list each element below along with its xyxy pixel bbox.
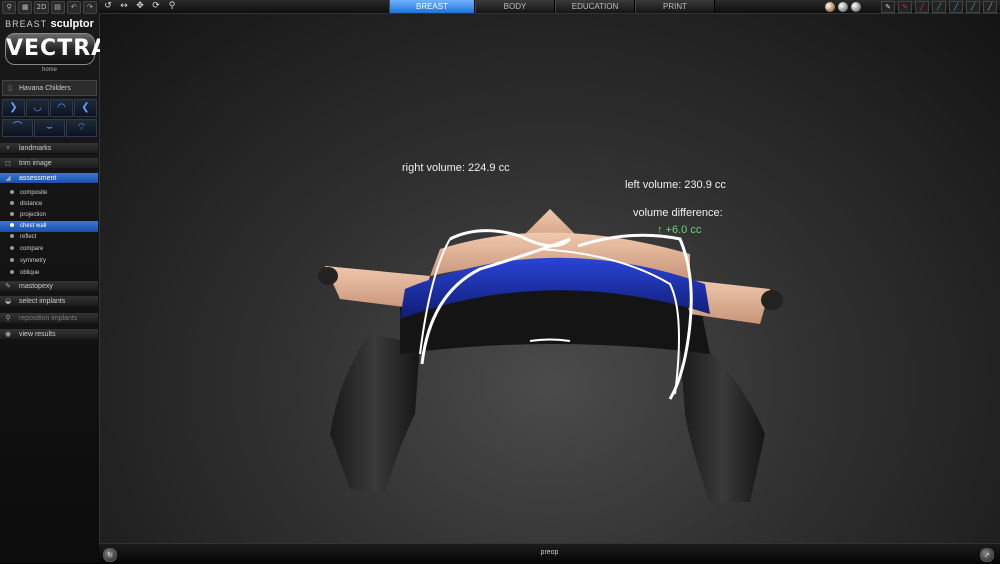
sidebar-item-landmarks[interactable]: ⚬ landmarks xyxy=(0,143,98,154)
green-line-icon[interactable]: ╱ xyxy=(932,1,946,13)
sub-item-distance[interactable]: distance xyxy=(0,199,98,210)
sub-item-compare[interactable]: compare xyxy=(0,244,98,255)
top-view-icon[interactable]: ⌒ xyxy=(2,119,33,137)
sub-item-chest-wall[interactable]: chest wall xyxy=(0,221,98,232)
sidebar-item-select-implants[interactable]: ◒ select implants xyxy=(0,296,98,307)
worm-view-icon[interactable]: ⌔ xyxy=(66,119,97,137)
grid-icon[interactable]: ▦ xyxy=(18,1,33,14)
assessment-icon: ◢ xyxy=(5,174,11,182)
bullet-icon xyxy=(10,222,14,227)
tab-body[interactable]: BODY xyxy=(475,0,555,13)
right-dark-garment xyxy=(680,334,765,504)
tab-breast[interactable]: BREAST xyxy=(389,0,475,13)
main-tabs: BREAST BODY EDUCATION PRINT xyxy=(389,0,715,13)
bullet-icon xyxy=(10,233,14,238)
sidebar-item-reposition-implants[interactable]: ⚲ reposition implants xyxy=(0,313,98,324)
sub-item-composite[interactable]: composite xyxy=(0,188,98,199)
bullet-icon xyxy=(10,211,14,216)
move-icon[interactable]: ✥ xyxy=(134,0,146,12)
tab-education[interactable]: EDUCATION xyxy=(555,0,635,13)
user-icon[interactable]: ⚲ xyxy=(2,1,17,14)
tab-print[interactable]: PRINT xyxy=(635,0,715,13)
frontal-icon[interactable]: ◠ xyxy=(50,99,73,117)
grey-pen-icon[interactable]: ╱ xyxy=(983,1,997,13)
2d-toggle[interactable]: 2D xyxy=(34,1,49,14)
right-volume-label: right volume: 224.9 cc xyxy=(402,162,510,174)
3d-viewport[interactable]: right volume: 224.9 cc left volume: 230.… xyxy=(100,14,1000,543)
red-pen-icon[interactable]: ✎ xyxy=(898,1,912,13)
implant-icon: ◒ xyxy=(4,297,12,305)
view-icon-row-2: ⌒ ⌣ ⌔ xyxy=(2,119,97,137)
refresh-icon[interactable]: ⟳ xyxy=(150,0,162,12)
sidebar-item-assessment[interactable]: ◢ assessment xyxy=(0,173,98,184)
volume-difference-label: volume difference: xyxy=(633,207,723,219)
sidebar-item-mastopexy[interactable]: ✎ mastopexy xyxy=(0,281,98,292)
trim-icon: ◻ xyxy=(5,159,11,167)
redo-icon[interactable]: ↷ xyxy=(82,1,98,14)
stage-label: preop xyxy=(540,549,559,556)
sidebar-toolbar: ⚲ ▦ 2D ▤ ↶ ↷ xyxy=(0,0,99,14)
view-tools: ↺ ↔ ✥ ⟳ ⚲ xyxy=(102,0,178,12)
pan-horizontal-icon[interactable]: ↔ xyxy=(118,0,130,12)
mastopexy-icon: ✎ xyxy=(5,282,11,290)
red-line-icon[interactable]: ╱ xyxy=(915,1,929,13)
sidebar-item-trim-image[interactable]: ◻ trim image xyxy=(0,158,98,169)
profile-right-icon[interactable]: ❮ xyxy=(74,99,97,117)
bullet-icon xyxy=(10,189,14,194)
left-dark-garment xyxy=(330,334,420,492)
grey-surface-icon[interactable] xyxy=(838,2,848,12)
undo-icon[interactable]: ↶ xyxy=(66,1,81,14)
view-icon-row-1: ❯ ◡ ◠ ❮ xyxy=(2,99,97,117)
torso-model xyxy=(318,209,783,504)
wireframe-icon[interactable] xyxy=(851,2,861,12)
zoom-icon[interactable]: ⚲ xyxy=(166,0,178,12)
sub-item-oblique[interactable]: oblique xyxy=(0,268,98,279)
sub-item-symmetry[interactable]: symmetry xyxy=(0,256,98,267)
next-icon[interactable]: ➚ xyxy=(980,548,994,562)
home-link[interactable]: home xyxy=(0,67,99,73)
bullet-icon xyxy=(10,200,14,205)
green-pen-icon[interactable]: ╱ xyxy=(966,1,980,13)
rotate-icon[interactable]: ↺ xyxy=(102,0,114,12)
top-bar: ↺ ↔ ✥ ⟳ ⚲ BREAST BODY EDUCATION PRINT ✎ … xyxy=(99,0,1000,14)
blue-line-icon[interactable]: ╱ xyxy=(949,1,963,13)
reposition-icon: ⚲ xyxy=(5,314,11,322)
bottom-view-icon[interactable]: ⌣ xyxy=(34,119,65,137)
right-hand xyxy=(761,290,783,310)
vectra-logo: VECTRA xyxy=(5,33,108,65)
patient-name: Havana Childers xyxy=(19,85,71,92)
bottom-bar: ↻ preop ➚ xyxy=(99,543,1000,564)
volume-difference-value: ↑ +6.0 cc xyxy=(657,224,702,236)
landmarks-icon: ⚬ xyxy=(5,144,11,152)
layout-icon[interactable]: ▤ xyxy=(50,1,65,14)
left-volume-label: left volume: 230.9 cc xyxy=(625,179,726,191)
pen-icon[interactable]: ✎ xyxy=(881,1,895,13)
patient-icon: ▯ xyxy=(8,85,12,92)
skin-texture-icon[interactable] xyxy=(825,2,835,12)
sidebar: ⚲ ▦ 2D ▤ ↶ ↷ BREAST sculptor VECTRA home… xyxy=(0,0,108,563)
brand-title: BREAST sculptor xyxy=(5,18,94,30)
oblique-left-icon[interactable]: ◡ xyxy=(26,99,49,117)
patient-selector[interactable]: ▯ Havana Childers xyxy=(2,80,97,96)
sidebar-item-view-results[interactable]: ◉ view results xyxy=(0,329,98,340)
view-results-icon: ◉ xyxy=(4,330,12,338)
left-hand xyxy=(318,267,338,285)
bullet-icon xyxy=(10,245,14,250)
display-controls: ✎ ✎ ╱ ╱ ╱ ╱ ╱ xyxy=(825,1,997,13)
profile-left-icon[interactable]: ❯ xyxy=(2,99,25,117)
sub-item-reflect[interactable]: reflect xyxy=(0,232,98,243)
sub-item-projection[interactable]: projection xyxy=(0,210,98,221)
bullet-icon xyxy=(10,269,14,274)
bullet-icon xyxy=(10,257,14,262)
